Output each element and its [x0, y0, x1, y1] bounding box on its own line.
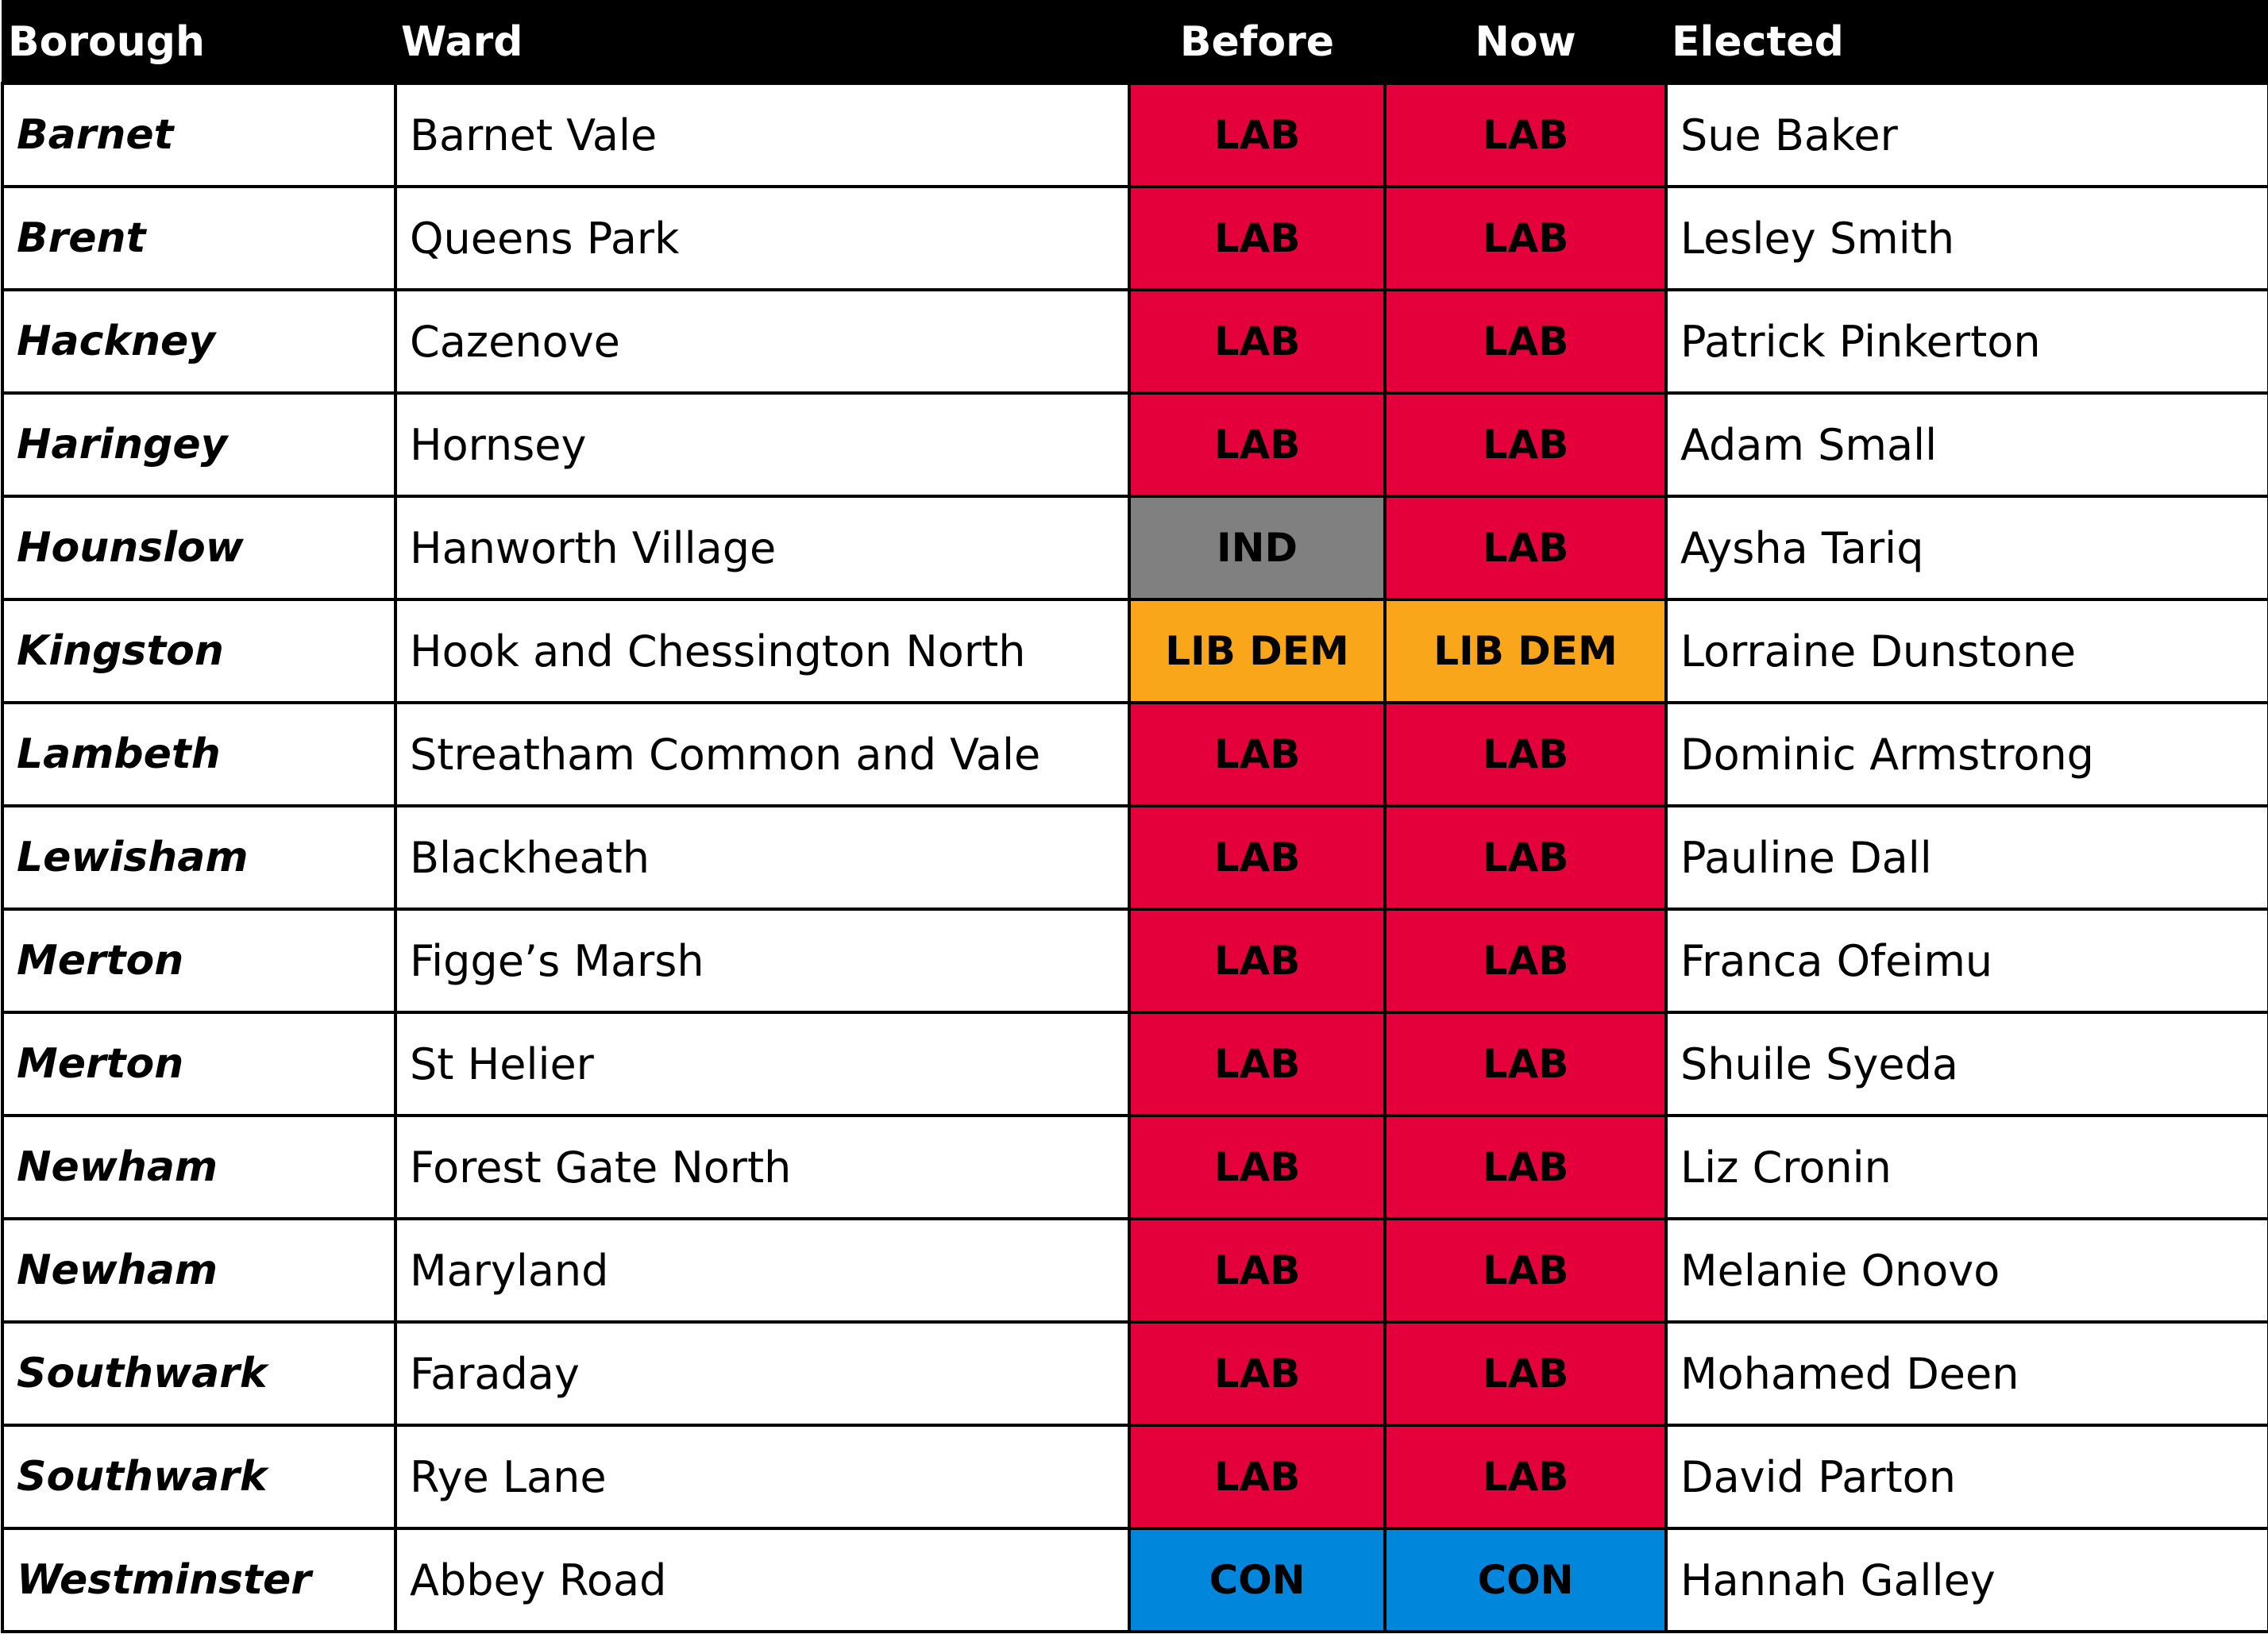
ward-cell: Blackheath: [394, 804, 1131, 911]
elected-cell: Patrick Pinkerton: [1664, 288, 2268, 395]
ward-cell: Abbey Road: [394, 1527, 1131, 1633]
elected-cell: Hannah Galley: [1664, 1527, 2268, 1633]
now-party-cell: LAB: [1383, 1217, 1668, 1324]
borough-cell: Hounslow: [1, 495, 397, 601]
table-row: Hackney Cazenove LAB LAB Patrick Pinkerton: [1, 288, 2268, 395]
ward-cell: Hornsey: [394, 391, 1131, 498]
ward-cell: Cazenove: [394, 288, 1131, 395]
elected-cell: Franca Ofeimu: [1664, 908, 2268, 1014]
now-party-cell: LAB: [1383, 1114, 1668, 1220]
ward-cell: Barnet Vale: [394, 82, 1131, 188]
borough-cell: Hackney: [1, 288, 397, 395]
ward-cell: Figge’s Marsh: [394, 908, 1131, 1014]
before-party-cell: LIB DEM: [1128, 598, 1387, 704]
borough-cell: Kingston: [1, 598, 397, 704]
now-party-cell: CON: [1383, 1527, 1668, 1633]
table-row: Westminster Abbey Road CON CON Hannah Galley: [1, 1527, 2268, 1633]
header-before: Before: [1128, 0, 1386, 84]
ward-cell: Faraday: [394, 1320, 1131, 1427]
table-row: Newham Forest Gate North LAB LAB Liz Cronin: [1, 1114, 2268, 1220]
header-row: Borough Ward Before Now Elected: [2, 0, 2268, 84]
ward-cell: Rye Lane: [394, 1424, 1131, 1530]
ward-cell: Streatham Common and Vale: [394, 701, 1131, 807]
now-party-cell: LAB: [1383, 391, 1668, 498]
table-row: Brent Queens Park LAB LAB Lesley Smith: [1, 185, 2268, 291]
now-party-cell: LAB: [1383, 701, 1668, 807]
table-row: Haringey Hornsey LAB LAB Adam Small: [1, 391, 2268, 498]
before-party-cell: LAB: [1128, 1011, 1387, 1117]
ward-cell: Hanworth Village: [394, 495, 1131, 601]
before-party-cell: LAB: [1128, 288, 1387, 395]
elected-cell: Lesley Smith: [1664, 185, 2268, 291]
before-party-cell: LAB: [1128, 701, 1387, 807]
before-party-cell: LAB: [1128, 82, 1387, 188]
borough-cell: Newham: [1, 1217, 397, 1324]
now-party-cell: LIB DEM: [1383, 598, 1668, 704]
elected-cell: Liz Cronin: [1664, 1114, 2268, 1220]
table-row: Merton Figge’s Marsh LAB LAB Franca Ofeimu: [1, 908, 2268, 1014]
elected-cell: Dominic Armstrong: [1664, 701, 2268, 807]
borough-cell: Brent: [1, 185, 397, 291]
elected-cell: David Parton: [1664, 1424, 2268, 1530]
elected-cell: Pauline Dall: [1664, 804, 2268, 911]
header-now: Now: [1384, 0, 1667, 84]
now-party-cell: LAB: [1383, 82, 1668, 188]
table-body: Barnet Barnet Vale LAB LAB Sue Baker Brent Que…: [1, 82, 2268, 1633]
now-party-cell: LAB: [1383, 1011, 1668, 1117]
borough-cell: Lewisham: [1, 804, 397, 911]
header-elected: Elected: [1665, 0, 2268, 84]
before-party-cell: LAB: [1128, 185, 1387, 291]
results-table: Borough Ward Before Now Elected Barnet Ba…: [1, 0, 2268, 1633]
before-party-cell: LAB: [1128, 1114, 1387, 1220]
before-party-cell: LAB: [1128, 1320, 1387, 1427]
before-party-cell: LAB: [1128, 908, 1387, 1014]
before-party-cell: LAB: [1128, 1217, 1387, 1324]
ward-cell: Hook and Chessington North: [394, 598, 1131, 704]
table-row: Merton St Helier LAB LAB Shuile Syeda: [1, 1011, 2268, 1117]
now-party-cell: LAB: [1383, 908, 1668, 1014]
ward-cell: Queens Park: [394, 185, 1131, 291]
borough-cell: Westminster: [1, 1527, 397, 1633]
table-row: Lewisham Blackheath LAB LAB Pauline Dall: [1, 804, 2268, 911]
table-row: Southwark Rye Lane LAB LAB David Parton: [1, 1424, 2268, 1530]
borough-cell: Lambeth: [1, 701, 397, 807]
ward-cell: Maryland: [394, 1217, 1131, 1324]
table-row: Kingston Hook and Chessington North LIB DE…: [1, 598, 2268, 704]
table-row: Southwark Faraday LAB LAB Mohamed Deen: [1, 1320, 2268, 1427]
header-borough: Borough: [2, 0, 396, 84]
before-party-cell: LAB: [1128, 1424, 1387, 1530]
elected-cell: Aysha Tariq: [1664, 495, 2268, 601]
now-party-cell: LAB: [1383, 495, 1668, 601]
elected-cell: Sue Baker: [1664, 82, 2268, 188]
table-row: Lambeth Streatham Common and Vale LAB LAB Do…: [1, 701, 2268, 807]
table-row: Hounslow Hanworth Village IND LAB Aysha Tari…: [1, 495, 2268, 601]
now-party-cell: LAB: [1383, 1424, 1668, 1530]
elected-cell: Melanie Onovo: [1664, 1217, 2268, 1324]
elected-cell: Shuile Syeda: [1664, 1011, 2268, 1117]
borough-cell: Haringey: [1, 391, 397, 498]
borough-cell: Southwark: [1, 1320, 397, 1427]
elected-cell: Lorraine Dunstone: [1664, 598, 2268, 704]
header-ward: Ward: [395, 0, 1130, 84]
table-row: Newham Maryland LAB LAB Melanie Onovo: [1, 1217, 2268, 1324]
elected-cell: Adam Small: [1664, 391, 2268, 498]
now-party-cell: LAB: [1383, 288, 1668, 395]
before-party-cell: LAB: [1128, 804, 1387, 911]
before-party-cell: LAB: [1128, 391, 1387, 498]
elected-cell: Mohamed Deen: [1664, 1320, 2268, 1427]
borough-cell: Southwark: [1, 1424, 397, 1530]
borough-cell: Newham: [1, 1114, 397, 1220]
now-party-cell: LAB: [1383, 804, 1668, 911]
ward-cell: Forest Gate North: [394, 1114, 1131, 1220]
now-party-cell: LAB: [1383, 1320, 1668, 1427]
before-party-cell: CON: [1128, 1527, 1387, 1633]
borough-cell: Merton: [1, 1011, 397, 1117]
ward-cell: St Helier: [394, 1011, 1131, 1117]
borough-cell: Barnet: [1, 82, 397, 188]
now-party-cell: LAB: [1383, 185, 1668, 291]
table-row: Barnet Barnet Vale LAB LAB Sue Baker: [1, 82, 2268, 188]
borough-cell: Merton: [1, 908, 397, 1014]
before-party-cell: IND: [1128, 495, 1387, 601]
